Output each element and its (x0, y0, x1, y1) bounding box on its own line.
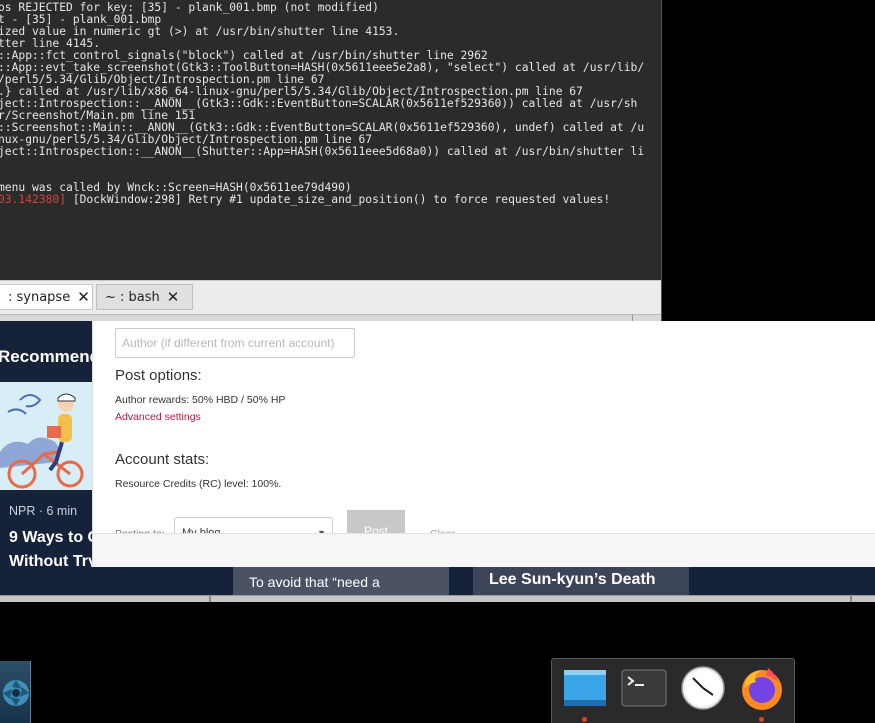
dock-item-firefox[interactable] (738, 664, 786, 722)
running-indicator (582, 717, 587, 722)
shutter-app-icon[interactable] (0, 661, 31, 723)
dock-item-clock[interactable] (679, 664, 727, 712)
panel-footer (93, 533, 875, 567)
aperture-icon (3, 680, 29, 706)
scrollbar-tick (209, 596, 211, 602)
terminal-scrollbar[interactable] (0, 314, 661, 321)
log-timestamp: 03.142380] (0, 193, 67, 206)
section-heading: Recommend (0, 347, 101, 366)
terminal-line: ::App::evt_take_screenshot(Gtk3::ToolBut… (0, 61, 645, 74)
terminal-output[interactable]: os REJECTED for key: [35] - plank_001.bm… (0, 0, 660, 280)
terminal-line: ject::Introspection::__ANON__(Gtk3::Gdk:… (0, 97, 638, 110)
horizontal-scrollbar[interactable] (0, 595, 875, 602)
recommendation-strip: To avoid that “need a Lee Sun-kyun’s Dea… (0, 567, 875, 595)
advanced-settings-link[interactable]: Advanced settings (115, 411, 201, 423)
dock-item-terminal[interactable] (620, 664, 668, 712)
author-input[interactable] (115, 328, 355, 358)
author-rewards-text: Author rewards: 50% HBD / 50% HP (115, 394, 286, 406)
card-teaser[interactable]: To avoid that “need a (233, 567, 449, 595)
tab-bash[interactable]: ~ : bash ✕ (96, 284, 193, 310)
cyclist-illustration-icon (0, 382, 92, 490)
card-article[interactable] (0, 567, 209, 595)
dock-item-files[interactable] (561, 664, 609, 722)
terminal-line: ject::Introspection::__ANON__(Shutter::A… (0, 145, 645, 158)
terminal-line-last: 03.142380] [DockWindow:298] Retry #1 upd… (0, 189, 660, 206)
post-editor-panel: Post options: Author rewards: 50% HBD / … (92, 321, 875, 567)
file-manager-icon (564, 670, 606, 706)
article-illustration[interactable] (0, 382, 92, 490)
article-source: NPR · 6 min (9, 504, 78, 518)
account-stats-heading: Account stats: (115, 451, 210, 468)
terminal-icon (621, 669, 667, 707)
rc-level-text: Resource Credits (RC) level: 100%. (115, 478, 282, 490)
clock-icon (681, 666, 725, 710)
running-indicator (759, 717, 764, 722)
terminal-tab-bar: : synapse ✕ ~ : bash ✕ (0, 280, 661, 314)
close-icon[interactable]: ✕ (167, 288, 180, 306)
tab-synapse[interactable]: : synapse ✕ (0, 284, 93, 310)
terminal-window[interactable]: os REJECTED for key: [35] - plank_001.bm… (0, 0, 662, 321)
post-options-heading: Post options: (115, 367, 202, 384)
plank-dock (551, 658, 795, 723)
terminal-line: .} called at /usr/lib/x86_64-linux-gnu/p… (0, 85, 583, 98)
tab-label: ~ : bash (105, 289, 160, 305)
scrollbar-tick (850, 596, 852, 602)
close-icon[interactable]: ✕ (77, 288, 90, 306)
tab-label: : synapse (8, 289, 71, 305)
log-message: [DockWindow:298] Retry #1 update_size_an… (66, 193, 611, 206)
card-headline[interactable]: Lee Sun-kyun’s Death (473, 567, 689, 595)
terminal-line: ::Screenshot::Main::__ANON__(Gtk3::Gdk::… (0, 121, 645, 134)
firefox-icon (742, 668, 782, 710)
